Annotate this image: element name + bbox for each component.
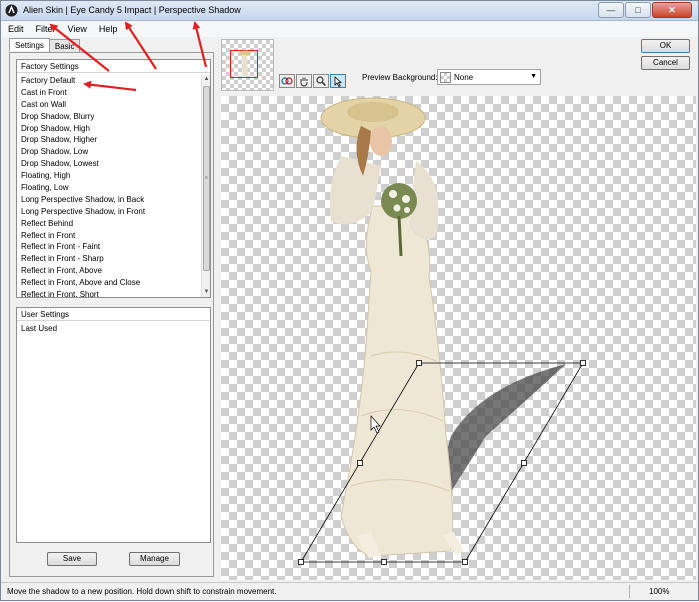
list-item[interactable]: Reflect in Front bbox=[17, 230, 200, 242]
list-item[interactable]: Reflect Behind bbox=[17, 218, 200, 230]
list-item[interactable]: Long Perspective Shadow, in Front bbox=[17, 206, 200, 218]
factory-settings-rows: Factory Default Cast in Front Cast on Wall… bbox=[17, 75, 200, 297]
preview-image bbox=[298, 97, 586, 565]
user-settings-list[interactable]: User Settings Last Used bbox=[16, 307, 211, 543]
pointer-icon bbox=[334, 75, 343, 87]
app-icon bbox=[5, 4, 18, 17]
status-divider bbox=[629, 585, 630, 598]
dropdown-arrow-icon: ▼ bbox=[530, 73, 537, 80]
save-button[interactable]: Save bbox=[47, 552, 97, 566]
factory-scrollbar[interactable]: ▲ ≡ ▼ bbox=[201, 75, 210, 297]
tab-basic[interactable]: Basic bbox=[48, 39, 81, 53]
tool-preview-toggle[interactable] bbox=[279, 74, 295, 88]
window-controls: — □ ✕ bbox=[597, 2, 692, 18]
zoom-icon bbox=[316, 76, 326, 86]
hand-icon bbox=[300, 77, 308, 87]
cancel-button[interactable]: Cancel bbox=[641, 56, 690, 70]
close-button[interactable]: ✕ bbox=[652, 2, 692, 18]
menu-edit[interactable]: Edit bbox=[1, 21, 29, 37]
list-item[interactable]: Floating, Low bbox=[17, 182, 200, 194]
close-icon: ✕ bbox=[668, 4, 676, 15]
minimize-button[interactable]: — bbox=[598, 2, 624, 18]
list-item[interactable]: Reflect in Front - Faint bbox=[17, 241, 200, 253]
title-bar[interactable]: Alien Skin | Eye Candy 5 Impact | Perspe… bbox=[1, 1, 698, 21]
list-item[interactable]: Floating, High bbox=[17, 170, 200, 182]
list-item[interactable]: Drop Shadow, High bbox=[17, 123, 200, 135]
preview-background-label: Preview Background: bbox=[362, 73, 438, 82]
menu-bar: Edit Filter View Help bbox=[1, 21, 698, 37]
tool-hand[interactable] bbox=[296, 74, 312, 88]
tool-zoom[interactable] bbox=[313, 74, 329, 88]
preview-tools bbox=[279, 74, 347, 88]
scroll-down-icon[interactable]: ▼ bbox=[202, 288, 211, 297]
scroll-thumb[interactable]: ≡ bbox=[203, 86, 210, 271]
list-item[interactable]: Reflect in Front, Above and Close bbox=[17, 277, 200, 289]
settings-tabs: Settings Basic bbox=[9, 38, 81, 53]
tab-settings[interactable]: Settings bbox=[9, 38, 50, 51]
grip-icon: ≡ bbox=[205, 175, 208, 181]
menu-view[interactable]: View bbox=[61, 21, 92, 37]
preview-toggle-icon bbox=[281, 77, 293, 85]
preview-background-value: None bbox=[454, 73, 474, 82]
list-item[interactable]: Cast on Wall bbox=[17, 99, 200, 111]
preview-background-select[interactable]: None ▼ bbox=[437, 69, 541, 85]
figure-dress bbox=[340, 205, 454, 557]
user-settings-rows: Last Used bbox=[17, 323, 210, 542]
maximize-button[interactable]: □ bbox=[625, 2, 651, 18]
status-message: Move the shadow to a new position. Hold … bbox=[7, 587, 277, 596]
menu-help[interactable]: Help bbox=[92, 21, 123, 37]
list-item[interactable]: Drop Shadow, Low bbox=[17, 146, 200, 158]
minimize-icon: — bbox=[606, 5, 616, 15]
user-settings-header: User Settings bbox=[17, 308, 210, 321]
menu-filter[interactable]: Filter bbox=[29, 21, 61, 37]
figure-face bbox=[370, 126, 392, 156]
window-title: Alien Skin | Eye Candy 5 Impact | Perspe… bbox=[23, 5, 241, 15]
factory-settings-header: Factory Settings bbox=[17, 60, 210, 73]
scroll-up-icon[interactable]: ▲ bbox=[202, 75, 211, 84]
list-item[interactable]: Long Perspective Shadow, in Back bbox=[17, 194, 200, 206]
figure-bouquet bbox=[381, 183, 417, 219]
dialog-window: Alien Skin | Eye Candy 5 Impact | Perspe… bbox=[0, 0, 699, 601]
list-item[interactable]: Drop Shadow, Blurry bbox=[17, 111, 200, 123]
list-item[interactable]: Reflect in Front - Sharp bbox=[17, 253, 200, 265]
list-item[interactable]: Drop Shadow, Lowest bbox=[17, 158, 200, 170]
transparency-swatch-icon bbox=[440, 72, 451, 83]
thumbnail-figure bbox=[239, 50, 251, 76]
navigator-thumbnail[interactable] bbox=[221, 39, 274, 91]
status-bar: Move the shadow to a new position. Hold … bbox=[1, 582, 698, 600]
settings-panel: Factory Settings Factory Default Cast in … bbox=[9, 52, 214, 577]
list-item[interactable]: Cast in Front bbox=[17, 87, 200, 99]
list-item[interactable]: Reflect in Front, Short bbox=[17, 289, 200, 297]
preview-canvas[interactable] bbox=[221, 96, 696, 580]
list-item[interactable]: Drop Shadow, Higher bbox=[17, 134, 200, 146]
zoom-level: 100% bbox=[649, 587, 670, 596]
maximize-icon: □ bbox=[635, 5, 641, 15]
list-item[interactable]: Factory Default bbox=[17, 75, 200, 87]
list-item[interactable]: Last Used bbox=[17, 323, 210, 335]
tool-pointer[interactable] bbox=[330, 74, 346, 88]
manage-button[interactable]: Manage bbox=[129, 552, 180, 566]
factory-settings-list[interactable]: Factory Settings Factory Default Cast in … bbox=[16, 59, 211, 298]
list-item[interactable]: Reflect in Front, Above bbox=[17, 265, 200, 277]
ok-button[interactable]: OK bbox=[641, 39, 690, 53]
